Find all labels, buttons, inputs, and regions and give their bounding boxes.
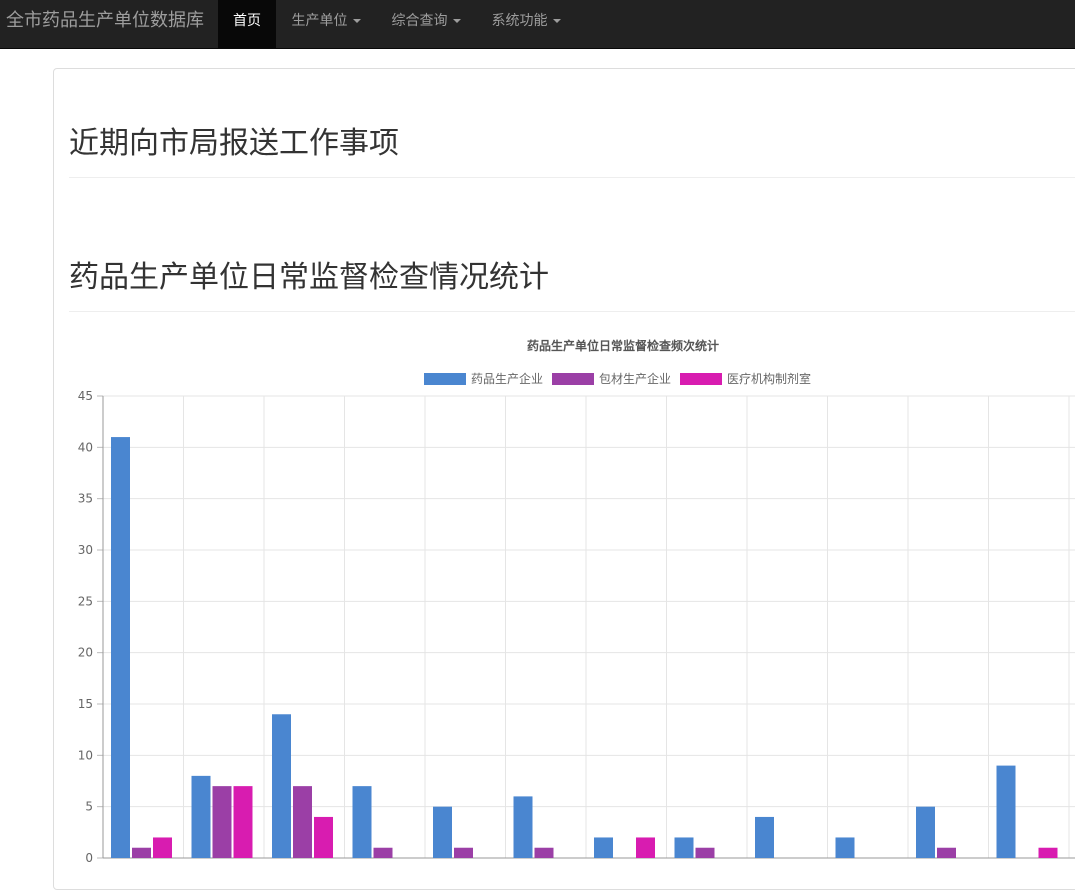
bar — [534, 847, 554, 858]
chart-title: 药品生产单位日常监督检查频次统计 — [527, 338, 719, 353]
bar — [996, 765, 1016, 858]
bar — [212, 786, 232, 858]
legend-swatch — [680, 373, 722, 385]
y-tick-label: 40 — [78, 440, 93, 454]
bar — [594, 837, 613, 858]
bar — [636, 837, 655, 858]
bar — [835, 837, 855, 858]
y-tick-label: 45 — [78, 389, 93, 403]
bar — [454, 847, 473, 858]
bar — [233, 786, 253, 858]
bar — [1038, 847, 1058, 858]
bar — [153, 837, 172, 858]
y-tick-label: 10 — [78, 748, 93, 762]
bar — [314, 816, 333, 858]
bar — [272, 714, 291, 858]
bar — [937, 847, 956, 858]
bar — [132, 847, 151, 858]
y-tick-label: 15 — [78, 697, 93, 711]
y-tick-label: 20 — [78, 646, 93, 660]
bar — [352, 786, 372, 858]
bar — [191, 775, 211, 858]
legend-swatch — [424, 373, 466, 385]
y-tick-label: 5 — [85, 800, 93, 814]
bar — [674, 837, 694, 858]
legend-label: 药品生产企业 — [471, 371, 543, 386]
y-tick-label: 25 — [78, 594, 93, 608]
y-tick-label: 30 — [78, 543, 93, 557]
y-tick-label: 35 — [78, 492, 93, 506]
bar — [755, 816, 774, 858]
legend-label: 医疗机构制剂室 — [727, 371, 811, 386]
bar — [293, 786, 312, 858]
bar — [916, 806, 935, 858]
legend-label: 包材生产企业 — [599, 371, 671, 386]
bar — [111, 437, 130, 858]
bar — [373, 847, 393, 858]
bar — [513, 796, 533, 858]
bar — [433, 806, 452, 858]
inspection-bar-chart: 药品生产单位日常监督检查频次统计药品生产企业 包材生产企业 医疗机构制剂室 0 5 10 1… — [78, 338, 1075, 865]
y-tick-label: 0 — [85, 851, 93, 865]
bar — [695, 847, 715, 858]
legend-swatch — [552, 373, 594, 385]
